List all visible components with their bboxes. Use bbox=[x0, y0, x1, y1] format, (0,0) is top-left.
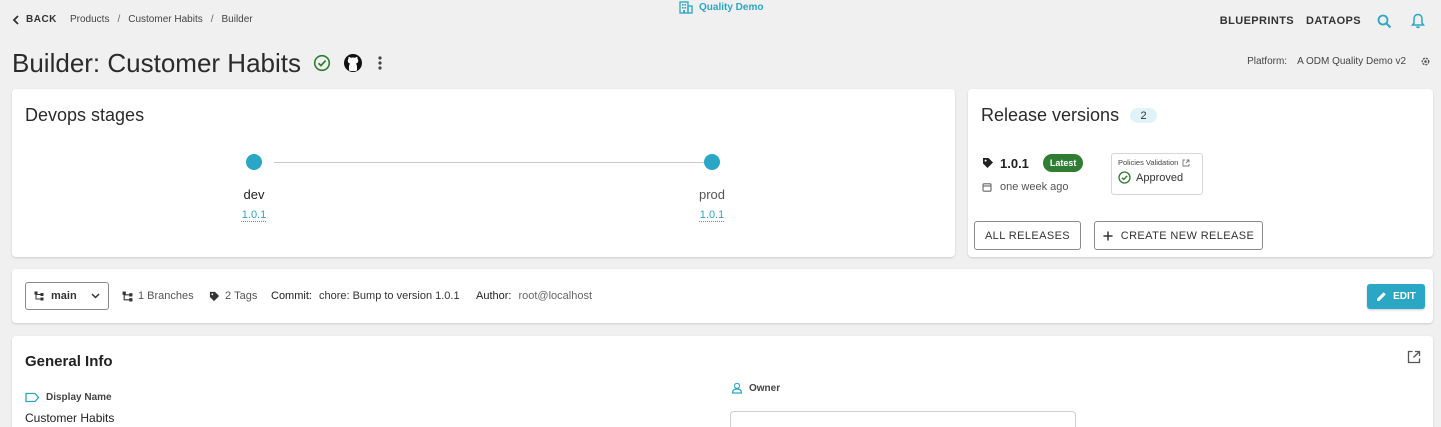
branches-label: Branches bbox=[147, 290, 194, 302]
platform-info: Platform: A ODM Quality Demo v2 bbox=[1247, 56, 1431, 67]
release-date: one week ago bbox=[982, 181, 1069, 193]
breadcrumb-products[interactable]: Products bbox=[70, 14, 109, 25]
release-version: 1.0.1 bbox=[1000, 155, 1029, 171]
title-row: Builder: Customer Habits bbox=[12, 46, 385, 80]
pencil-icon bbox=[1376, 291, 1387, 302]
back-label: BACK bbox=[26, 14, 57, 25]
chevron-down-icon bbox=[91, 293, 100, 299]
commit-info: Commit: chore: Bump to version 1.0.1 bbox=[271, 290, 460, 302]
owner-label-text: Owner bbox=[749, 382, 781, 394]
label-tag-icon bbox=[25, 392, 40, 403]
breadcrumb: Products / Customer Habits / Builder bbox=[70, 14, 253, 25]
calendar-icon bbox=[982, 182, 992, 192]
platform-label: Platform: bbox=[1247, 56, 1288, 67]
tenant-name: Quality Demo bbox=[699, 2, 764, 13]
tag-icon bbox=[982, 157, 994, 169]
devops-stages-card: Devops stages dev 1.0.1 prod 1.0.1 bbox=[12, 89, 955, 257]
branch-value: main bbox=[51, 290, 77, 302]
all-releases-button[interactable]: ALL RELEASES bbox=[974, 221, 1081, 250]
building-icon bbox=[679, 1, 693, 14]
release-date-text: one week ago bbox=[1000, 181, 1069, 193]
latest-release-row[interactable]: 1.0.1 Latest bbox=[982, 154, 1084, 172]
plus-icon bbox=[1103, 231, 1113, 241]
stage-dot-dev bbox=[246, 154, 262, 170]
author-label: Author: bbox=[476, 290, 512, 302]
top-nav: BLUEPRINTS DATAOPS bbox=[1220, 12, 1429, 30]
policy-title: Policies Validation bbox=[1118, 158, 1179, 167]
github-icon[interactable] bbox=[343, 53, 363, 73]
tags-count: 2 bbox=[225, 290, 232, 302]
tags-label: Tags bbox=[234, 290, 258, 302]
tag-icon bbox=[209, 291, 220, 302]
stage-version-prod[interactable]: 1.0.1 bbox=[672, 209, 752, 221]
more-vertical-icon[interactable] bbox=[375, 55, 385, 71]
stage-version-dev[interactable]: 1.0.1 bbox=[214, 209, 294, 221]
tenant-indicator: Quality Demo bbox=[679, 1, 763, 14]
release-versions-card: Release versions 2 1.0.1 Latest one week… bbox=[968, 89, 1433, 257]
stage-name-prod: prod bbox=[698, 187, 726, 202]
author-value: root@localhost bbox=[518, 290, 593, 302]
search-icon[interactable] bbox=[1373, 12, 1395, 30]
edit-label: EDIT bbox=[1393, 291, 1416, 302]
gear-icon[interactable] bbox=[1420, 56, 1431, 67]
page-title: Builder: Customer Habits bbox=[12, 47, 301, 78]
breadcrumb-customer-habits[interactable]: Customer Habits bbox=[128, 14, 202, 25]
breadcrumb-separator: / bbox=[210, 14, 214, 25]
policy-status: Approved bbox=[1136, 171, 1184, 184]
nav-dataops[interactable]: DATAOPS bbox=[1306, 15, 1361, 27]
approved-check-icon bbox=[1118, 171, 1131, 184]
branches-count: 1 bbox=[138, 290, 145, 302]
display-name-label: Display Name bbox=[25, 392, 112, 403]
tags-info[interactable]: 2 Tags bbox=[209, 290, 257, 302]
commit-message: chore: Bump to version 1.0.1 bbox=[318, 290, 460, 302]
back-button[interactable]: BACK bbox=[12, 14, 57, 25]
branch-icon bbox=[34, 291, 44, 301]
general-info-title: General Info bbox=[25, 353, 113, 370]
author-info: Author: root@localhost bbox=[476, 290, 592, 302]
chevron-left-icon bbox=[12, 14, 20, 25]
user-icon bbox=[731, 382, 743, 394]
stage-dot-prod bbox=[704, 154, 720, 170]
breadcrumb-builder: Builder bbox=[221, 14, 253, 25]
top-bar: BACK Products / Customer Habits / Builde… bbox=[0, 0, 1441, 40]
platform-value: A ODM Quality Demo v2 bbox=[1297, 56, 1406, 67]
bell-icon[interactable] bbox=[1407, 12, 1429, 30]
general-info-card: General Info Display Name Customer Habit… bbox=[12, 336, 1433, 427]
stage-connector-line bbox=[274, 162, 712, 163]
display-name-value: Customer Habits bbox=[25, 411, 115, 425]
owner-label: Owner bbox=[731, 382, 780, 394]
external-link-icon bbox=[1182, 159, 1190, 167]
devops-title: Devops stages bbox=[25, 105, 145, 125]
check-circle-icon bbox=[313, 54, 331, 72]
owner-card[interactable] bbox=[730, 411, 1076, 427]
branches-info[interactable]: 1 Branches bbox=[122, 290, 194, 302]
create-release-button[interactable]: CREATE NEW RELEASE bbox=[1094, 221, 1263, 250]
branch-bar: main 1 Branches 2 Tags Commit: chore: Bu… bbox=[12, 269, 1433, 323]
releases-title: Release versions bbox=[981, 105, 1120, 125]
nav-blueprints[interactable]: BLUEPRINTS bbox=[1220, 15, 1294, 27]
releases-count-badge: 2 bbox=[1130, 108, 1157, 123]
edit-button[interactable]: EDIT bbox=[1367, 284, 1425, 309]
branches-icon bbox=[122, 291, 133, 302]
all-releases-label: ALL RELEASES bbox=[984, 229, 1071, 242]
breadcrumb-separator: / bbox=[117, 14, 121, 25]
display-name-label-text: Display Name bbox=[46, 392, 112, 403]
stage-name-dev: dev bbox=[243, 187, 265, 202]
latest-badge: Latest bbox=[1042, 154, 1084, 172]
policy-validation-box[interactable]: Policies Validation Approved bbox=[1111, 153, 1203, 195]
branch-select[interactable]: main bbox=[25, 282, 109, 310]
commit-label: Commit: bbox=[271, 290, 312, 302]
create-release-label: CREATE NEW RELEASE bbox=[1120, 229, 1255, 242]
open-external-icon[interactable] bbox=[1407, 350, 1421, 364]
